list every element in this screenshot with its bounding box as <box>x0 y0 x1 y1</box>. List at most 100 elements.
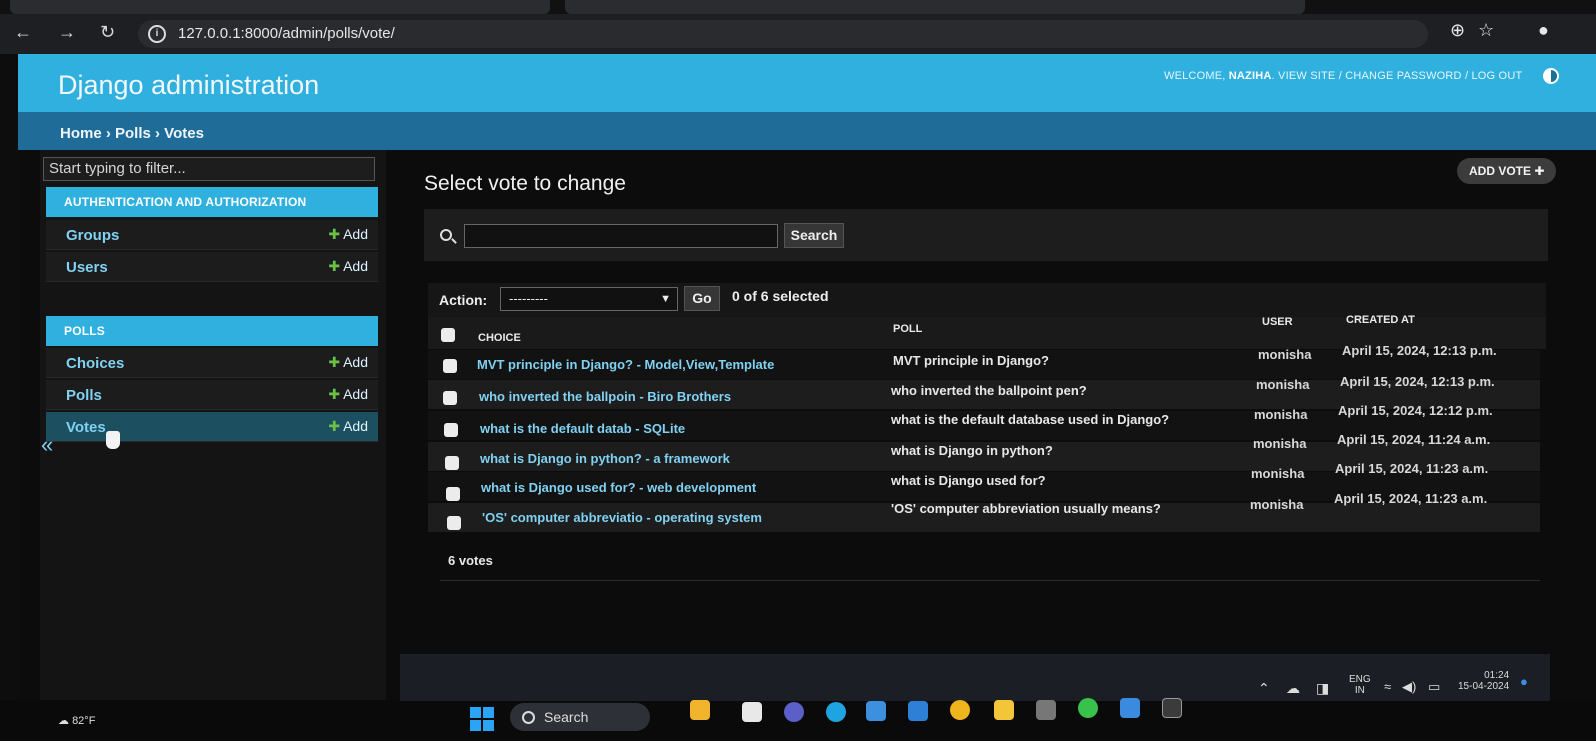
row-checkbox[interactable] <box>447 516 461 530</box>
taskbar-search[interactable]: Search <box>510 703 650 731</box>
add-choices-link[interactable]: ✚ Add <box>328 354 368 371</box>
chevron-up-icon[interactable]: ⌃ <box>1258 681 1270 695</box>
created-cell: April 15, 2024, 12:13 p.m. <box>1342 343 1497 358</box>
language-indicator[interactable]: ENG IN <box>1349 674 1371 696</box>
breadcrumb[interactable]: Home › Polls › Votes <box>60 125 204 142</box>
user-cell: monisha <box>1251 466 1305 481</box>
address-bar[interactable]: i 127.0.0.1:8000/admin/polls/vote/ <box>138 20 1428 48</box>
go-button[interactable]: Go <box>684 286 720 311</box>
column-header-created-at[interactable]: CREATED AT <box>1346 314 1415 326</box>
row-checkbox[interactable] <box>444 423 458 437</box>
page-title: Select vote to change <box>424 172 626 195</box>
mail-icon[interactable] <box>908 701 928 721</box>
add-votes-link[interactable]: ✚ Add <box>328 418 368 435</box>
search-button[interactable]: Search <box>784 223 844 248</box>
file-explorer-icon[interactable] <box>994 700 1014 720</box>
sidebar-item-polls[interactable]: Polls ✚ Add <box>46 380 378 410</box>
action-select[interactable]: --------- ▼ <box>500 287 678 311</box>
row-checkbox[interactable] <box>443 391 457 405</box>
created-cell: April 15, 2024, 12:12 p.m. <box>1338 403 1493 418</box>
sidebar-item-choices[interactable]: Choices ✚ Add <box>46 348 378 378</box>
plus-icon: ✚ <box>1534 164 1545 178</box>
add-polls-link[interactable]: ✚ Add <box>328 386 368 403</box>
row-checkbox[interactable] <box>446 487 460 501</box>
sidebar-item-users[interactable]: Users ✚ Add <box>46 252 378 282</box>
plus-icon: ✚ <box>328 386 341 402</box>
choice-link[interactable]: who inverted the ballpoin - Biro Brother… <box>479 389 731 404</box>
wifi-icon[interactable]: ≈ <box>1384 680 1391 693</box>
battery-icon[interactable]: ▭ <box>1428 680 1440 693</box>
app-tray-icon[interactable]: ◨ <box>1316 681 1329 695</box>
site-brand[interactable]: Django administration <box>58 70 319 101</box>
nav-filter-input[interactable]: Start typing to filter... <box>43 157 375 181</box>
profile-icon[interactable]: ● <box>1538 20 1549 41</box>
taskbar <box>400 654 1550 701</box>
clock[interactable]: 01:24 15-04-2024 <box>1458 670 1509 692</box>
collapse-sidebar-icon[interactable]: « <box>41 432 53 458</box>
column-header-poll[interactable]: POLL <box>893 323 922 335</box>
tab[interactable] <box>565 0 1305 14</box>
user-cell: monisha <box>1256 377 1310 392</box>
user-links[interactable]: . VIEW SITE / CHANGE PASSWORD / LOG OUT <box>1272 70 1523 82</box>
choice-link[interactable]: MVT principle in Django? - Model,View,Te… <box>477 357 774 372</box>
result-count: 6 votes <box>448 553 493 568</box>
store-icon[interactable] <box>866 701 886 721</box>
app-icon[interactable] <box>1120 698 1140 718</box>
choice-link[interactable]: what is Django in python? - a framework <box>480 451 730 466</box>
add-vote-button[interactable]: ADD VOTE ✚ <box>1457 158 1557 184</box>
sidebar-item-label[interactable]: Choices <box>66 355 124 372</box>
choice-link[interactable]: 'OS' computer abbreviatio - operating sy… <box>482 510 762 525</box>
user-cell: monisha <box>1258 347 1312 362</box>
monitor-bezel <box>0 54 18 704</box>
volume-icon[interactable]: ◀) <box>1402 680 1416 693</box>
whatsapp-icon[interactable] <box>1078 698 1098 718</box>
choice-link[interactable]: what is Django used for? - web developme… <box>481 480 756 495</box>
add-users-link[interactable]: ✚ Add <box>328 258 368 275</box>
user-cell: monisha <box>1253 436 1307 451</box>
add-groups-link[interactable]: ✚ Add <box>328 226 368 243</box>
column-header-user[interactable]: USER <box>1262 316 1293 328</box>
module-caption-auth[interactable]: AUTHENTICATION AND AUTHORIZATION <box>46 187 378 217</box>
sidebar-item-votes[interactable]: Votes ✚ Add <box>46 412 378 442</box>
terminal-icon[interactable] <box>1162 698 1182 718</box>
reload-icon[interactable]: ↻ <box>100 22 115 42</box>
sidebar-item-label[interactable]: Users <box>66 259 108 276</box>
plus-icon: ✚ <box>328 258 341 274</box>
poll-cell: MVT principle in Django? <box>893 353 1049 368</box>
sidebar-item-groups[interactable]: Groups ✚ Add <box>46 220 378 250</box>
sidebar-item-label[interactable]: Votes <box>66 419 106 436</box>
app-icon[interactable] <box>1036 700 1056 720</box>
sidebar-item-label[interactable]: Polls <box>66 387 102 404</box>
bookmark-star-icon[interactable]: ☆ <box>1478 20 1494 41</box>
cloud-icon[interactable]: ☁ <box>1286 681 1300 695</box>
module-caption-polls[interactable]: POLLS <box>46 316 378 346</box>
search-input[interactable] <box>464 224 778 248</box>
forward-icon[interactable]: → <box>58 22 76 42</box>
zoom-icon[interactable]: ⊕ <box>1450 20 1465 41</box>
task-view-icon[interactable] <box>742 702 762 722</box>
choice-link[interactable]: what is the default datab - SQLite <box>480 421 685 436</box>
row-checkbox[interactable] <box>443 359 457 373</box>
created-cell: April 15, 2024, 11:23 a.m. <box>1335 461 1489 476</box>
weather-icon: ☁ <box>58 715 73 727</box>
back-icon[interactable]: ← <box>14 22 32 42</box>
weather-widget[interactable]: ☁ 82°F <box>58 714 95 727</box>
chrome-icon[interactable] <box>950 700 970 720</box>
theme-toggle-icon[interactable] <box>1543 68 1559 84</box>
column-header-choice[interactable]: CHOICE <box>478 332 521 344</box>
row-checkbox[interactable] <box>445 456 459 470</box>
tab[interactable] <box>10 0 550 14</box>
select-all-checkbox[interactable] <box>441 328 455 342</box>
teams-icon[interactable] <box>784 702 804 722</box>
user-cell: monisha <box>1254 407 1308 422</box>
notification-bell-icon[interactable]: ● <box>1520 675 1528 688</box>
windows-start-icon[interactable] <box>470 707 494 731</box>
browser-chrome: ← → ↻ i 127.0.0.1:8000/admin/polls/vote/… <box>0 0 1596 54</box>
sidebar-item-label[interactable]: Groups <box>66 227 119 244</box>
site-info-icon[interactable]: i <box>148 25 166 43</box>
edge-icon[interactable] <box>826 702 846 722</box>
poll-cell: what is Django in python? <box>891 443 1053 458</box>
created-cell: April 15, 2024, 11:24 a.m. <box>1337 432 1491 447</box>
user-tools: WELCOME, NAZIHA. VIEW SITE / CHANGE PASS… <box>1164 70 1522 82</box>
copilot-icon[interactable] <box>690 700 710 720</box>
